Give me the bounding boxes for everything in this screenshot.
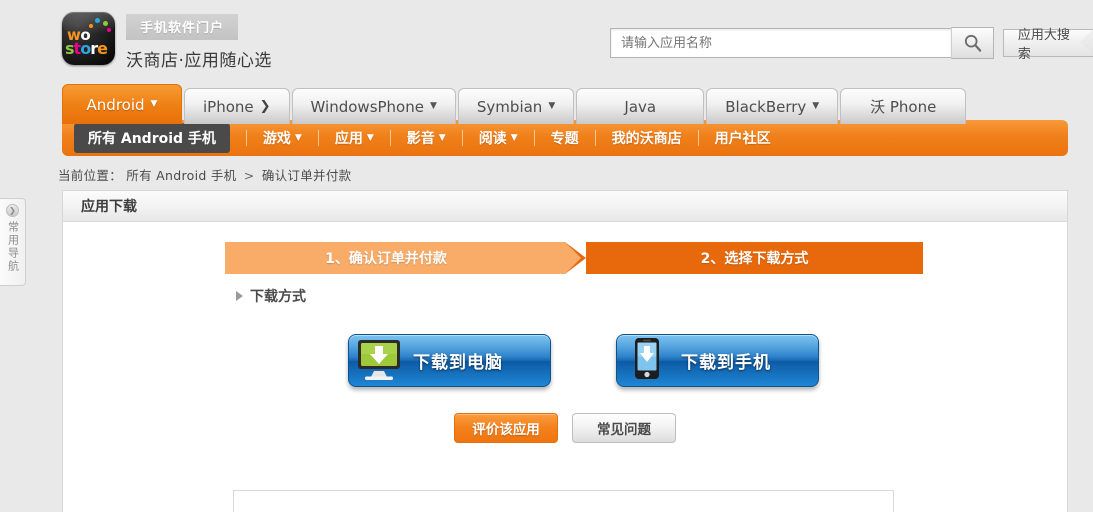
bottom-content-box [233,490,894,512]
search-box[interactable] [610,28,953,58]
subnav-item-games[interactable]: 游戏 ▼ [263,128,302,148]
divider [533,130,535,146]
phone-download-icon [617,335,675,386]
subnav-label: 专题 [550,131,579,147]
tab-blackberry[interactable]: BlackBerry ▼ [706,88,839,124]
triangle-right-icon [236,291,243,301]
step-label: 1、确认订单并付款 [325,251,447,267]
download-options: 下载到电脑 下载到手机 [348,334,819,387]
site-logo[interactable]: wo store 手机软件门户 沃商店·应用随心选 [62,12,272,71]
tab-android[interactable]: Android ▼ [62,84,182,124]
tab-label: BlackBerry [725,97,807,116]
subnav-item-topics[interactable]: 专题 [551,128,579,148]
big-search-label: 应用大搜索 [1017,28,1070,62]
tab-wo-phone[interactable]: 沃 Phone [840,88,967,124]
download-to-pc-label: 下载到电脑 [413,353,503,373]
chevron-right-circle-icon: ❯ [6,204,19,217]
step-label: 2、选择下载方式 [700,251,809,267]
subnav-item-apps[interactable]: 应用 ▼ [335,128,374,148]
tab-symbian[interactable]: Symbian ▼ [457,88,575,124]
tab-windowsphone[interactable]: WindowsPhone ▼ [291,88,456,124]
divider [461,130,463,146]
download-to-phone-label: 下载到手机 [681,353,771,373]
tab-label: Java [624,97,657,116]
site-header: wo store 手机软件门户 沃商店·应用随心选 请输入应用名称 应用大搜索 [0,0,1093,80]
action-buttons: 评价该应用 常见问题 [454,413,676,443]
arrow-right-icon: ❯ [259,99,271,114]
sub-navigation: 所有 Android 手机 游戏 ▼ 应用 ▼ 影音 ▼ 阅读 ▼ 专题 我的沃… [62,120,1068,156]
big-search-button[interactable]: 应用大搜索 [1002,28,1093,62]
subnav-label: 我的沃商店 [611,131,682,147]
rate-app-button[interactable]: 评价该应用 [454,413,558,443]
subnav-label: 应用 [334,131,363,147]
breadcrumb-prefix: 当前位置： [58,168,123,183]
side-tab-label: 常用导航 [6,221,20,273]
brand-tagline: 沃商店·应用随心选 [126,51,272,71]
subnav-label: 用户社区 [714,131,771,147]
caret-down-icon: ▼ [294,133,302,143]
subnav-item-community[interactable]: 用户社区 [715,128,771,148]
step-2-choose-download: 2、选择下载方式 [565,242,923,274]
caret-down-icon: ▼ [510,133,518,143]
brand-text-block: 手机软件门户 沃商店·应用随心选 [126,12,272,71]
divider [245,130,247,146]
search-button[interactable] [951,27,994,59]
tab-java[interactable]: Java [576,88,705,124]
search-icon [963,33,983,53]
caret-down-icon: ▼ [812,101,820,111]
step-1-confirm-order: 1、确认订单并付款 [225,242,581,274]
tab-label: iPhone [203,97,254,116]
tab-label: Symbian [476,97,543,116]
divider [389,130,391,146]
divider [317,130,319,146]
monitor-download-icon [349,335,407,386]
caret-down-icon: ▼ [438,133,446,143]
logo-word-store: store [65,39,108,58]
wostore-logo-tile: wo store [62,12,115,65]
subnav-item-reading[interactable]: 阅读 ▼ [479,128,518,148]
caret-down-icon: ▼ [429,101,437,111]
faq-button[interactable]: 常见问题 [572,413,676,443]
tab-label: 沃 Phone [870,98,937,116]
page-root: wo store 手机软件门户 沃商店·应用随心选 请输入应用名称 应用大搜索 … [0,0,1093,512]
side-tab-common-navigation[interactable]: ❯ 常用导航 [0,198,26,286]
page-title: 应用下载 [81,199,137,215]
subnav-label: 游戏 [262,131,291,147]
caret-down-icon: ▼ [150,99,158,109]
caret-down-icon: ▼ [548,101,556,111]
logo-dots-icon [88,18,112,34]
download-to-phone-button[interactable]: 下载到手机 [616,334,819,387]
tab-label: WindowsPhone [310,97,424,116]
breadcrumb-item-current: 确认订单并付款 [261,168,352,183]
subnav-item-all-android[interactable]: 所有 Android 手机 [74,123,230,153]
divider [594,130,596,146]
panel-header: 应用下载 [63,190,1067,222]
section-label-text: 下载方式 [250,289,306,305]
breadcrumb-item-root[interactable]: 所有 Android 手机 [126,168,236,183]
subnav-item-media[interactable]: 影音 ▼ [407,128,446,148]
divider [697,130,699,146]
subnav-item-my-wostore[interactable]: 我的沃商店 [612,128,682,148]
tab-label: Android [86,95,145,114]
platform-tabs: Android ▼ iPhone ❯ WindowsPhone ▼ Symbia… [62,84,968,124]
search-area: 应用大搜索 [610,27,1093,62]
search-input[interactable] [619,32,944,54]
subnav-label: 阅读 [478,131,507,147]
download-to-pc-button[interactable]: 下载到电脑 [348,334,551,387]
portal-badge: 手机软件门户 [126,14,239,40]
tab-iphone[interactable]: iPhone ❯ [184,88,290,124]
breadcrumb: 当前位置： 所有 Android 手机 > 确认订单并付款 [58,165,351,184]
subnav-label: 影音 [406,131,435,147]
step-progress: 1、确认订单并付款 2、选择下载方式 [225,242,923,274]
caret-down-icon: ▼ [366,133,374,143]
breadcrumb-separator: > [243,168,255,183]
section-download-method: 下载方式 [236,286,306,306]
